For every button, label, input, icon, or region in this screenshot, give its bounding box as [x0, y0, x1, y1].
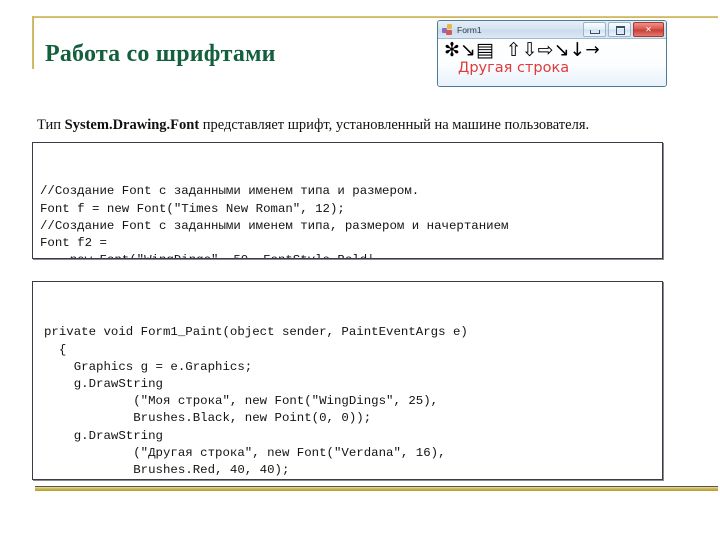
body-text-prefix: Тип	[37, 116, 65, 133]
bottom-gold-rule	[35, 486, 718, 491]
form1-window[interactable]: Form1 ✕ ✻ ↘ ▤ ⇧ ⇩ ⇨ ↘ ↓ → Другая строка	[437, 20, 667, 87]
arrow-right-icon: →	[585, 40, 600, 60]
code-block-2-text: private void Form1_Paint(object sender, …	[44, 325, 468, 478]
minimize-button[interactable]	[583, 22, 606, 37]
close-icon: ✕	[645, 24, 652, 34]
arrow-down-icon: ↓	[569, 39, 586, 61]
code-block-form-paint: private void Form1_Paint(object sender, …	[32, 281, 663, 480]
form-titlebar[interactable]: Form1 ✕	[438, 21, 666, 39]
form-red-string: Другая строка	[458, 60, 570, 76]
code-block-1-text: //Создание Font с заданными именем типа …	[40, 184, 509, 258]
body-text-suffix: представляет шрифт, установленный на маш…	[199, 116, 590, 133]
form-title-text: Form1	[457, 24, 482, 35]
wingdings-asterisk-icon: ✻	[444, 39, 460, 61]
wingdings-arrow-downright-icon: ↘	[459, 39, 476, 61]
page-title: Работа со шрифтами	[45, 41, 276, 68]
code-block-font-creation: //Создание Font с заданными именем типа …	[32, 142, 663, 259]
arrow-up-icon: ⇧	[505, 39, 522, 61]
winforms-app-icon	[442, 24, 453, 35]
arrow-down-outline-icon: ⇩	[521, 39, 538, 61]
left-gold-rule	[32, 16, 34, 69]
arrow-right-outline-icon: ⇨	[537, 39, 554, 61]
close-button[interactable]: ✕	[633, 22, 664, 37]
arrow-downright-icon: ↘	[553, 39, 570, 61]
wingdings-glyph-row: ✻ ↘ ▤ ⇧ ⇩ ⇨ ↘ ↓ →	[444, 40, 600, 61]
body-paragraph: Тип System.Drawing.Font представляет шри…	[37, 115, 657, 136]
maximize-button[interactable]	[608, 22, 631, 37]
body-text-bold: System.Drawing.Font	[64, 116, 200, 133]
top-gold-rule	[32, 16, 718, 18]
wingdings-book-icon: ▤	[475, 39, 494, 61]
slide-canvas: Работа со шрифтами Тип System.Drawing.Fo…	[0, 0, 720, 540]
window-controls[interactable]: ✕	[583, 22, 664, 37]
form-client-area: ✻ ↘ ▤ ⇧ ⇩ ⇨ ↘ ↓ → Другая строка	[438, 39, 666, 86]
